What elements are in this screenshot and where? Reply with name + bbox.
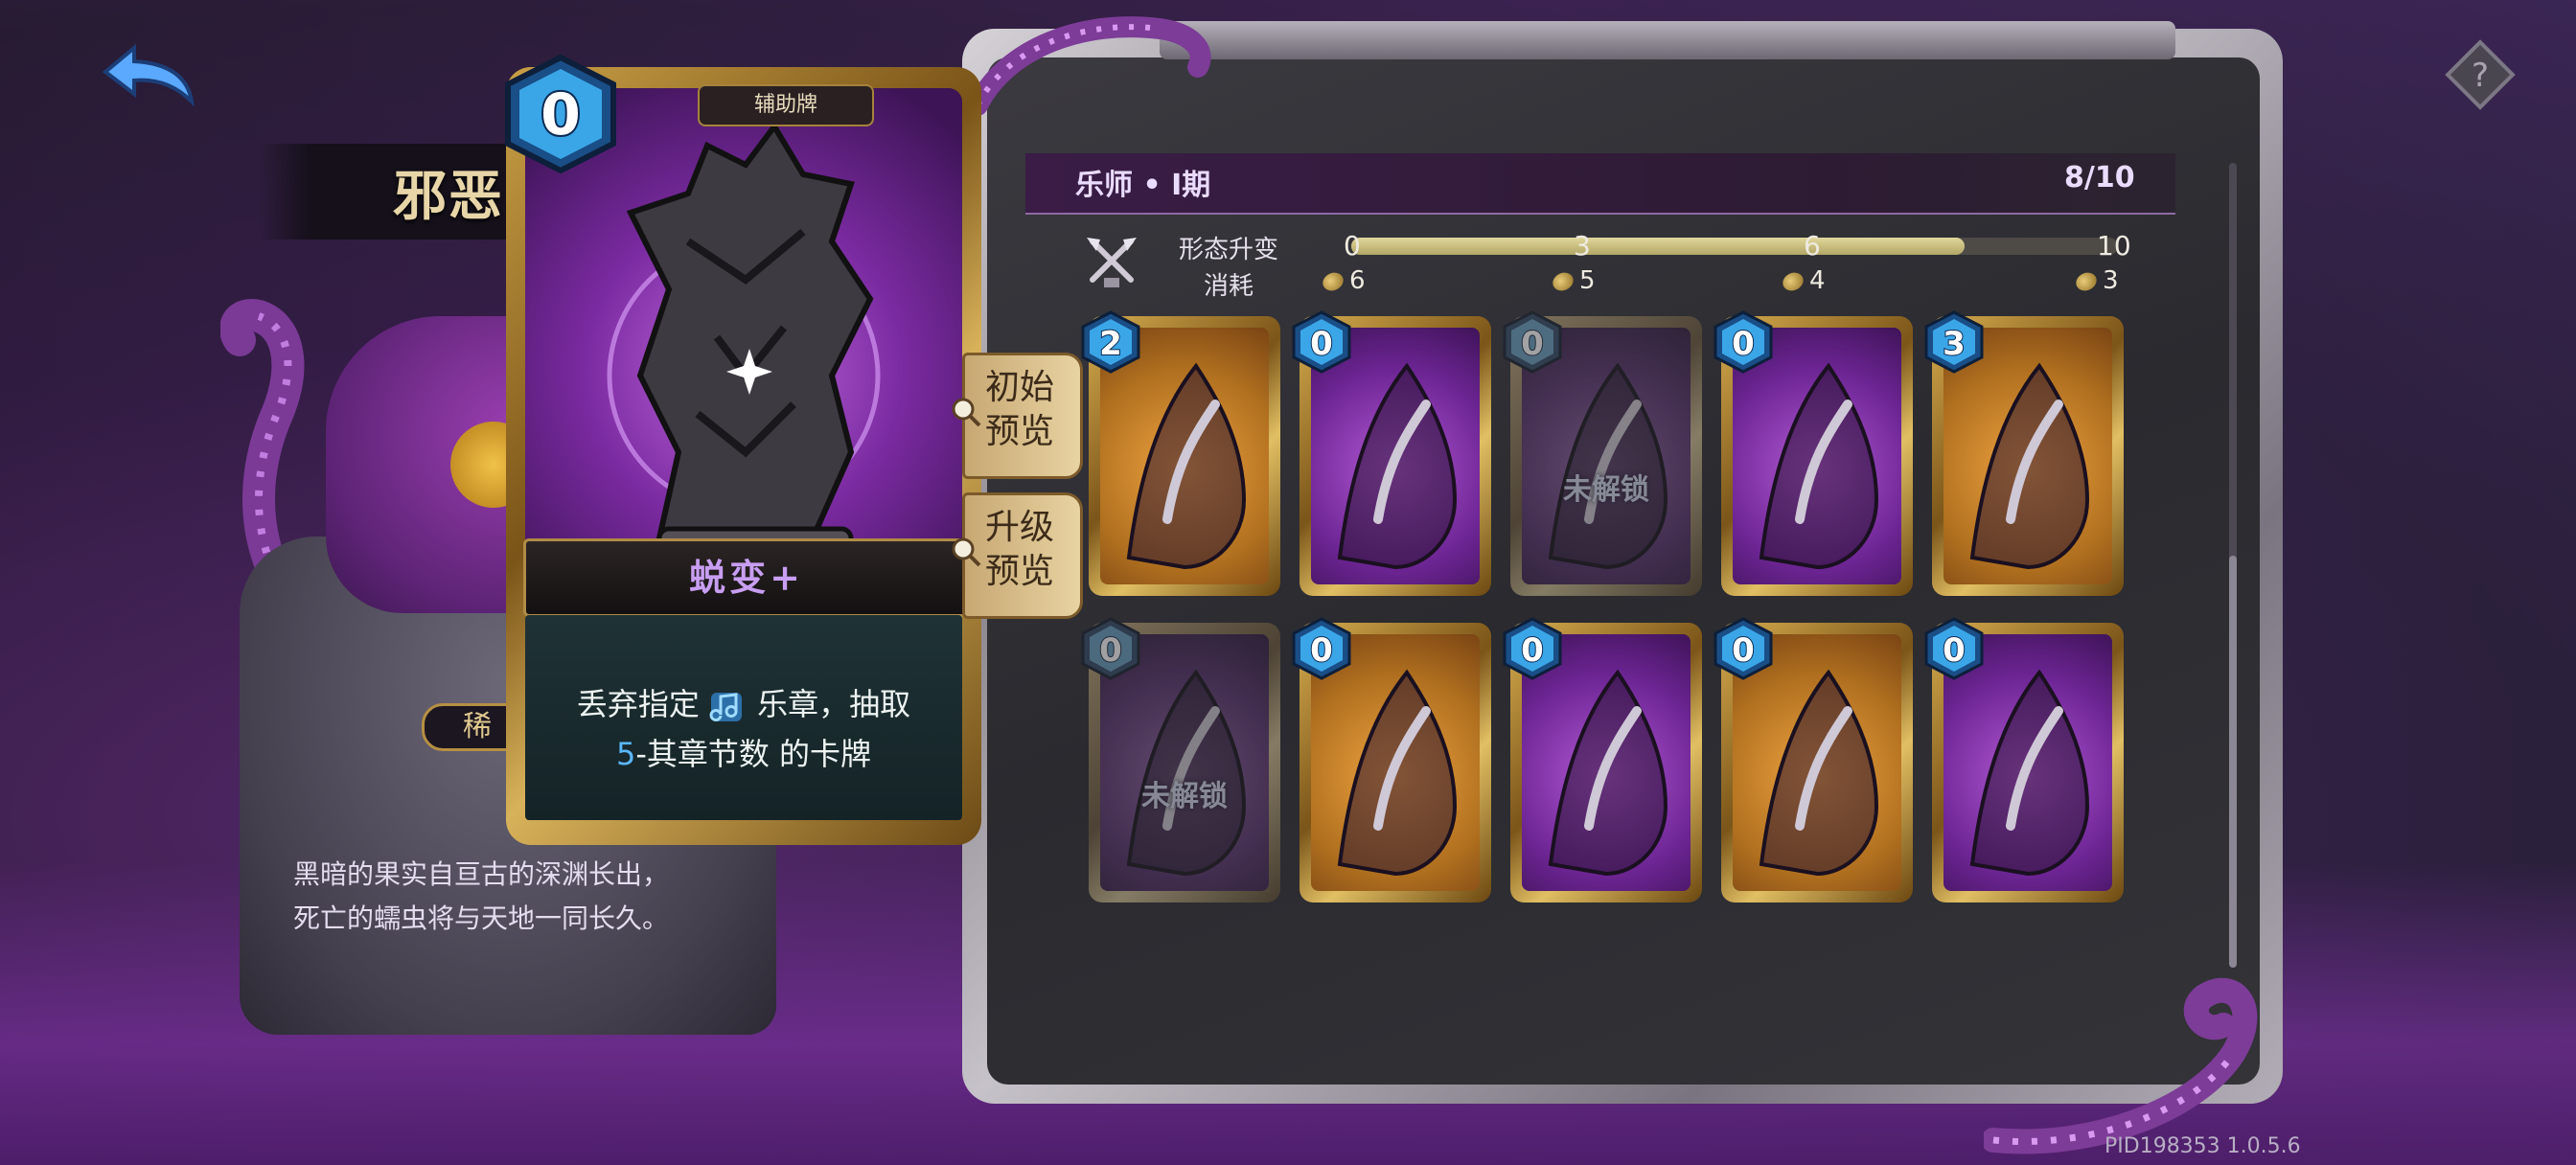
panel-top-frame <box>1160 21 2175 59</box>
cost-gem-icon: 0 <box>1292 617 1351 680</box>
collection-card-cost: 0 <box>1732 631 1755 670</box>
crossed-axes-icon <box>1087 238 1137 287</box>
evolution-cost-value: 6 <box>1349 266 1366 295</box>
cost-gem-icon: 0 <box>1503 310 1562 374</box>
collection-card-cost: 0 <box>1521 631 1544 670</box>
collection-card[interactable]: 0 未解锁 <box>1081 617 1280 902</box>
evolution-label: 形态升变 <box>1179 236 1279 264</box>
upgrade-preview-line1: 升级 <box>985 508 1055 547</box>
version-label: PID198353 1.0.5.6 <box>2104 1134 2301 1158</box>
coin-icon <box>1780 268 1806 294</box>
coin-icon <box>2073 268 2100 294</box>
help-button[interactable]: ? <box>2442 36 2518 113</box>
desc-rest: -其章节数 的卡牌 <box>635 736 872 772</box>
back-arrow-icon <box>102 43 195 107</box>
character-lore: 黑暗的果实自亘古的深渊长出， 死亡的蠕虫将与天地一同长久。 <box>293 853 772 941</box>
collection-card-cost: 0 <box>1732 325 1755 363</box>
cost-gem-icon: 0 <box>1714 617 1773 680</box>
card-type-tag: 辅助牌 <box>698 84 874 126</box>
cost-gem-icon: 0 <box>1924 617 1984 680</box>
cost-gem-icon: 0 <box>505 54 616 174</box>
series-name: 乐师 • I期 <box>1075 169 1211 202</box>
cost-gem-icon: 0 <box>1714 310 1773 374</box>
back-button[interactable] <box>96 38 201 115</box>
evolution-cost-value: 4 <box>1809 266 1826 295</box>
desc-prefix: 丢弃指定 <box>576 686 700 722</box>
desc-suffix: 乐章，抽取 <box>757 686 911 722</box>
cost-gem-icon: 2 <box>1081 310 1140 374</box>
collection-card[interactable]: 0 <box>1924 617 2124 902</box>
help-icon: ? <box>2445 39 2516 110</box>
coin-icon <box>1550 268 1576 294</box>
tentacle-bottom-decoration-icon <box>1984 977 2258 1154</box>
evolution-cost: 6 <box>1320 266 1366 295</box>
desc-number: 5 <box>615 736 636 772</box>
initial-preview-button[interactable]: 初始 预览 <box>952 353 1083 479</box>
card-description: 丢弃指定 乐章，抽取 5-其章节数 的卡牌 <box>525 615 962 820</box>
collection-card[interactable]: 3 <box>1924 310 2124 596</box>
collection-card[interactable]: 0 <box>1714 310 1913 596</box>
magnifier-icon <box>952 537 981 567</box>
upgrade-preview-button[interactable]: 升级 预览 <box>952 492 1083 619</box>
cost-gem-icon: 0 <box>1503 617 1562 680</box>
scrollbar-thumb[interactable] <box>2229 556 2237 968</box>
evolution-cost: 5 <box>1550 266 1596 295</box>
collection-card-cost: 2 <box>1099 325 1122 363</box>
card-name: 蜕变+ <box>689 556 804 599</box>
series-count: 8/10 <box>2064 161 2135 194</box>
collection-card-cost: 0 <box>1099 631 1122 670</box>
collection-card-cost: 0 <box>1310 631 1333 670</box>
evolution-tick: 6 <box>1804 230 1821 262</box>
cost-gem-icon: 3 <box>1924 310 1984 374</box>
upgrade-preview-label: 升级 预览 <box>985 506 1071 594</box>
desc-line-1: 丢弃指定 乐章，抽取 <box>525 680 962 725</box>
initial-preview-line2: 预览 <box>985 412 1055 451</box>
desc-line-2: 5-其章节数 的卡牌 <box>525 730 962 774</box>
magnifier-icon <box>952 398 981 427</box>
collection-card[interactable]: 0 <box>1292 617 1491 902</box>
evolution-cost: 4 <box>1780 266 1826 295</box>
cost-label: 消耗 <box>1204 272 1254 301</box>
evolution-progress-fill <box>1351 238 1965 255</box>
collection-card[interactable]: 0 <box>1714 617 1913 902</box>
initial-preview-line1: 初始 <box>985 368 1055 407</box>
svg-text:?: ? <box>2472 57 2489 95</box>
tentacle-top-decoration-icon <box>968 16 1211 115</box>
selected-card-cost: 0 <box>540 81 581 148</box>
locked-label: 未解锁 <box>1141 780 1228 813</box>
evolution-cost: 3 <box>2073 266 2119 295</box>
collection-card-cost: 0 <box>1310 325 1333 363</box>
collection-card[interactable]: 0 未解锁 <box>1503 310 1702 596</box>
upgrade-preview-line2: 预览 <box>985 552 1055 591</box>
coin-icon <box>1320 268 1346 294</box>
collection-card[interactable]: 0 <box>1292 310 1491 596</box>
collection-card[interactable]: 2 <box>1081 310 1280 596</box>
evolution-cost-value: 3 <box>2103 266 2119 295</box>
cost-gem-icon: 0 <box>1081 617 1140 680</box>
card-name-plate: 蜕变+ <box>523 538 970 617</box>
collection-card-cost: 3 <box>1943 325 1966 363</box>
evolution-tick: 0 <box>1344 230 1361 262</box>
evolution-tick: 3 <box>1574 230 1591 262</box>
evolution-cost-value: 5 <box>1579 266 1596 295</box>
locked-label: 未解锁 <box>1563 473 1649 507</box>
lore-line-1: 黑暗的果实自亘古的深渊长出， <box>293 858 670 890</box>
evolution-tick: 10 <box>2097 230 2131 262</box>
music-note-icon <box>709 693 742 721</box>
lore-line-2: 死亡的蠕虫将与天地一同长久。 <box>293 902 670 934</box>
character-title: 邪恶 <box>393 165 504 228</box>
collection-card-cost: 0 <box>1521 325 1544 363</box>
cost-gem-icon: 0 <box>1292 310 1351 374</box>
initial-preview-label: 初始 预览 <box>985 366 1071 454</box>
collection-card-cost: 0 <box>1943 631 1966 670</box>
collection-card[interactable]: 0 <box>1503 617 1702 902</box>
